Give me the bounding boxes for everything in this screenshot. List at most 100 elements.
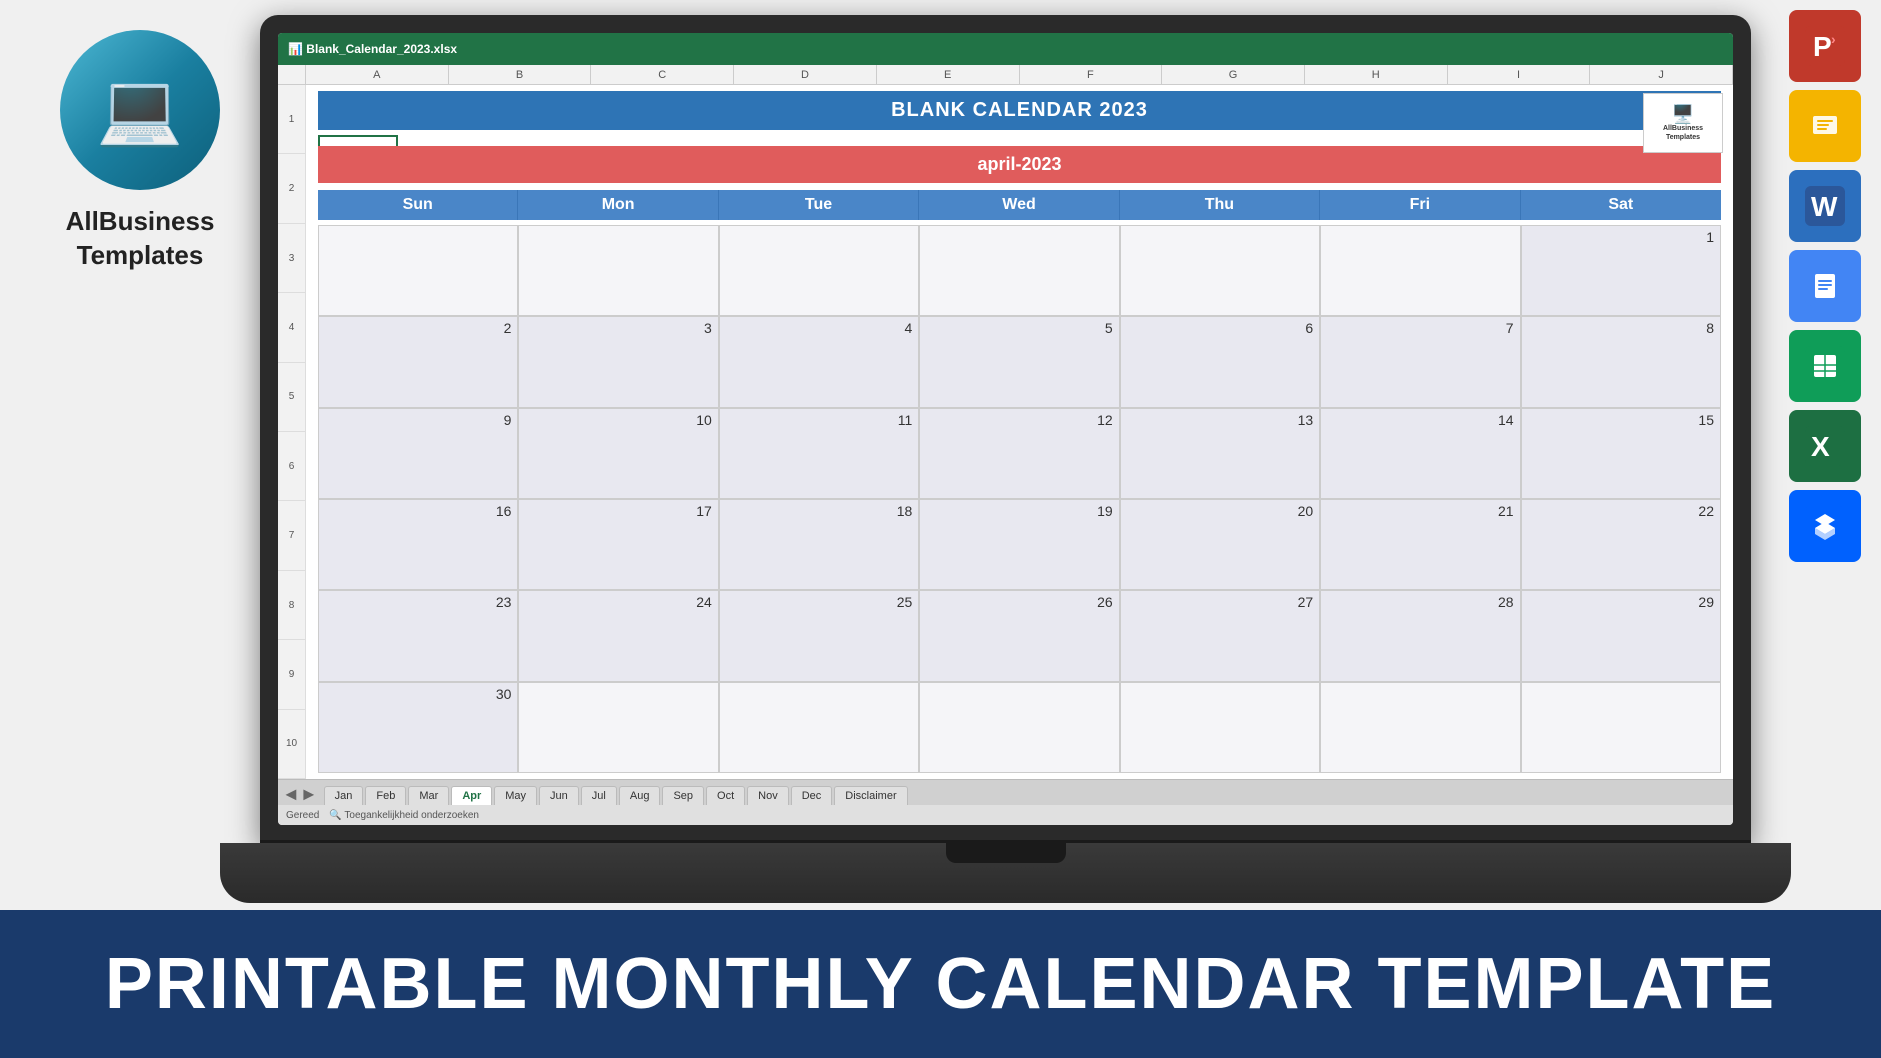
cal-cell-w6-fri — [1320, 682, 1520, 773]
row-5: 5 — [278, 363, 306, 432]
day-mon: Mon — [518, 190, 718, 220]
cal-cell-3: 3 — [518, 316, 718, 407]
logo-circle: 💻 — [60, 30, 220, 190]
day-fri: Fri — [1320, 190, 1520, 220]
cal-cell-w1-tue — [719, 225, 919, 316]
logo-area: 💻 AllBusiness Templates — [30, 30, 250, 273]
logo-text: AllBusiness Templates — [66, 205, 215, 273]
col-e: E — [877, 65, 1020, 84]
col-c: C — [591, 65, 734, 84]
cal-cell-28: 28 — [1320, 590, 1520, 681]
status-accessibility: 🔍 Toegankelijkheid onderzoeken — [329, 810, 479, 821]
cal-cell-5: 5 — [919, 316, 1119, 407]
tab-may[interactable]: May — [494, 786, 537, 805]
cal-cell-1: 1 — [1521, 225, 1721, 316]
cal-cell-30: 30 — [318, 682, 518, 773]
row-10: 10 — [278, 710, 306, 779]
row-7: 7 — [278, 501, 306, 570]
tab-apr[interactable]: Apr — [451, 786, 492, 805]
row-2: 2 — [278, 154, 306, 223]
day-wed: Wed — [919, 190, 1119, 220]
cal-cell-w1-thu — [1120, 225, 1320, 316]
cal-cell-w6-wed — [919, 682, 1119, 773]
cal-cell-14: 14 — [1320, 408, 1520, 499]
cal-cell-12: 12 — [919, 408, 1119, 499]
cal-cell-w1-wed — [919, 225, 1119, 316]
tab-mar[interactable]: Mar — [408, 786, 449, 805]
tab-nov[interactable]: Nov — [747, 786, 789, 805]
cal-cell-20: 20 — [1120, 499, 1320, 590]
cal-cell-25: 25 — [719, 590, 919, 681]
row-9: 9 — [278, 640, 306, 709]
cal-cell-18: 18 — [719, 499, 919, 590]
laptop-base — [220, 843, 1791, 903]
cal-cell-w1-sun — [318, 225, 518, 316]
day-tue: Tue — [719, 190, 919, 220]
tab-dec[interactable]: Dec — [791, 786, 833, 805]
excel-header-bar: 📊 Blank_Calendar_2023.xlsx — [278, 33, 1733, 65]
calendar-grid: 1 2 3 4 5 6 7 8 9 10 11 — [318, 225, 1721, 773]
calendar-month: april-2023 — [318, 146, 1721, 183]
google-slides-icon[interactable] — [1789, 90, 1861, 162]
day-sun: Sun — [318, 190, 518, 220]
tab-oct[interactable]: Oct — [706, 786, 745, 805]
row-4: 4 — [278, 293, 306, 362]
laptop-container: 📊 Blank_Calendar_2023.xlsx A B C D E F G… — [260, 15, 1751, 903]
cal-cell-7: 7 — [1320, 316, 1520, 407]
tab-sep[interactable]: Sep — [662, 786, 704, 805]
cal-cell-4: 4 — [719, 316, 919, 407]
bottom-banner: PRINTABLE MONTHLY CALENDAR TEMPLATE — [0, 910, 1881, 1058]
cal-cell-w6-sat — [1521, 682, 1721, 773]
cal-cell-6: 6 — [1120, 316, 1320, 407]
col-a: A — [306, 65, 449, 84]
tab-jan[interactable]: Jan — [324, 786, 364, 805]
logo-company-line2: Templates — [77, 240, 204, 270]
cal-cell-w6-tue — [719, 682, 919, 773]
col-i: I — [1448, 65, 1591, 84]
day-thu: Thu — [1120, 190, 1320, 220]
col-d: D — [734, 65, 877, 84]
right-app-icons: P › W — [1789, 10, 1861, 562]
cal-cell-29: 29 — [1521, 590, 1721, 681]
tab-aug[interactable]: Aug — [619, 786, 661, 805]
cal-cell-8: 8 — [1521, 316, 1721, 407]
col-h: H — [1305, 65, 1448, 84]
word-icon[interactable]: W — [1789, 170, 1861, 242]
cal-cell-15: 15 — [1521, 408, 1721, 499]
row-3: 3 — [278, 224, 306, 293]
cal-cell-w6-mon — [518, 682, 718, 773]
google-sheets-icon[interactable] — [1789, 330, 1861, 402]
col-b: B — [449, 65, 592, 84]
cal-cell-26: 26 — [919, 590, 1119, 681]
cal-cell-10: 10 — [518, 408, 718, 499]
excel-status-bar: Gereed 🔍 Toegankelijkheid onderzoeken — [278, 805, 1733, 825]
cal-cell-9: 9 — [318, 408, 518, 499]
laptop-screen: 📊 Blank_Calendar_2023.xlsx A B C D E F G… — [278, 33, 1733, 825]
day-sat: Sat — [1521, 190, 1721, 220]
cal-cell-24: 24 — [518, 590, 718, 681]
calendar-title: BLANK CALENDAR 2023 — [318, 91, 1721, 130]
row-numbers: 1 2 3 4 5 6 7 8 9 10 — [278, 85, 306, 779]
allbusiness-corner-logo: 🖥️ AllBusinessTemplates — [1643, 93, 1723, 153]
tab-jun[interactable]: Jun — [539, 786, 579, 805]
calendar-day-headers: Sun Mon Tue Wed Thu Fri Sat — [318, 190, 1721, 220]
powerpoint-icon[interactable]: P › — [1789, 10, 1861, 82]
cal-cell-11: 11 — [719, 408, 919, 499]
svg-text:X: X — [1811, 431, 1830, 462]
cal-cell-w1-mon — [518, 225, 718, 316]
cal-cell-2: 2 — [318, 316, 518, 407]
status-ready: Gereed — [286, 810, 319, 821]
tab-disclaimer[interactable]: Disclaimer — [834, 786, 907, 805]
col-g: G — [1162, 65, 1305, 84]
google-docs-icon[interactable] — [1789, 250, 1861, 322]
dropbox-icon[interactable] — [1789, 490, 1861, 562]
col-f: F — [1020, 65, 1163, 84]
logo-laptop-icon: 💻 — [96, 69, 183, 151]
svg-text:W: W — [1811, 191, 1838, 222]
tab-jul[interactable]: Jul — [581, 786, 617, 805]
laptop-notch — [946, 843, 1066, 863]
excel-icon[interactable]: X — [1789, 410, 1861, 482]
cal-cell-22: 22 — [1521, 499, 1721, 590]
row-1: 1 — [278, 85, 306, 154]
tab-feb[interactable]: Feb — [365, 786, 406, 805]
